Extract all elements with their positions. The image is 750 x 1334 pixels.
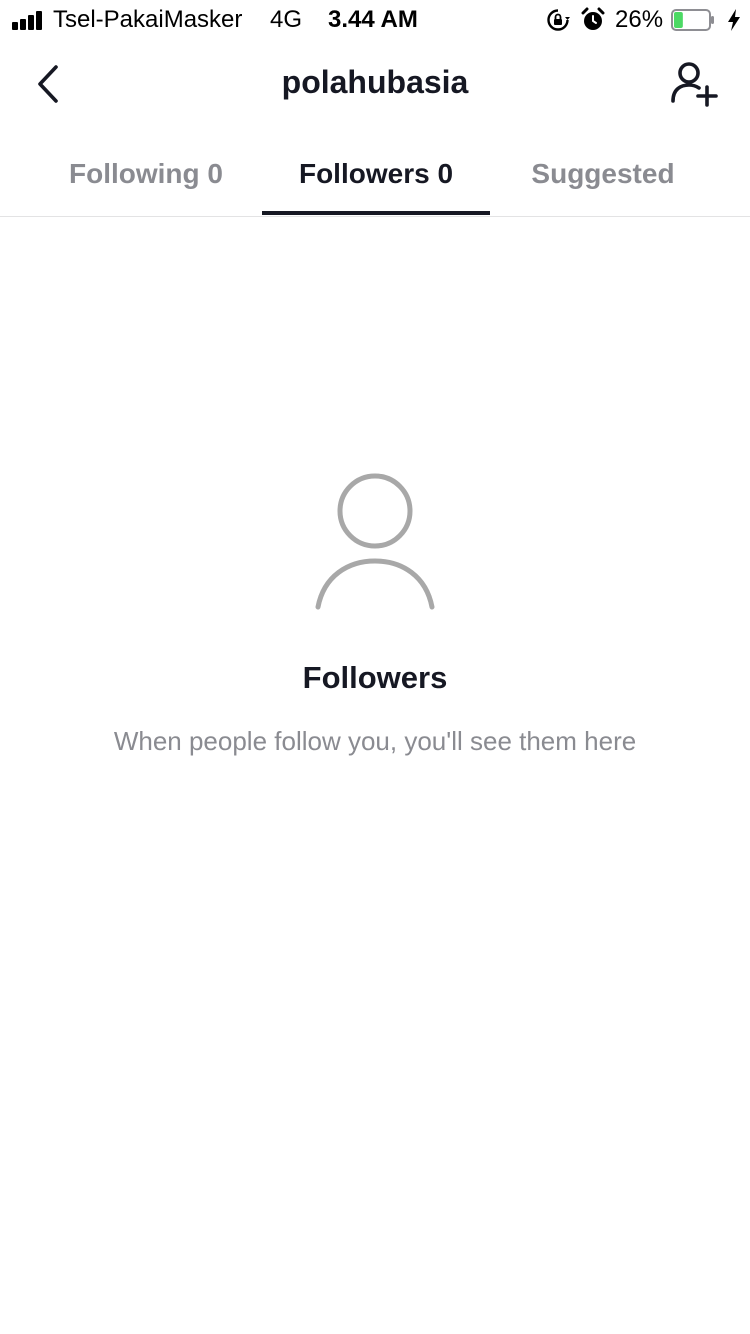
alarm-icon [581, 7, 605, 30]
tab-suggested[interactable]: Suggested [490, 134, 716, 214]
active-tab-indicator [262, 211, 490, 215]
signal-icon [12, 10, 48, 30]
network-type: 4G [270, 6, 303, 33]
add-user-icon [671, 62, 718, 107]
clock: 3.44 AM [328, 6, 418, 33]
status-bar: Tsel-PakaiMasker 4G 3.44 AM 26% [0, 0, 750, 40]
header: polahubasia [0, 44, 750, 124]
person-outline-icon [315, 473, 435, 610]
screen: Tsel-PakaiMasker 4G 3.44 AM 26% polahuba… [0, 0, 750, 1334]
tab-bar: Following 0 Followers 0 Suggested [0, 134, 750, 217]
tab-followers[interactable]: Followers 0 [262, 134, 490, 214]
empty-state-title: Followers [302, 660, 448, 695]
page-title: polahubasia [281, 64, 469, 100]
battery-icon [671, 9, 714, 31]
carrier-name: Tsel-PakaiMasker [53, 6, 243, 33]
empty-state-message: When people follow you, you'll see them … [113, 726, 637, 756]
battery-percentage: 26% [615, 6, 664, 33]
add-user-button[interactable] [666, 58, 722, 110]
rotation-lock-icon [547, 9, 570, 31]
charging-icon [728, 9, 740, 31]
tab-following[interactable]: Following 0 [32, 134, 260, 214]
